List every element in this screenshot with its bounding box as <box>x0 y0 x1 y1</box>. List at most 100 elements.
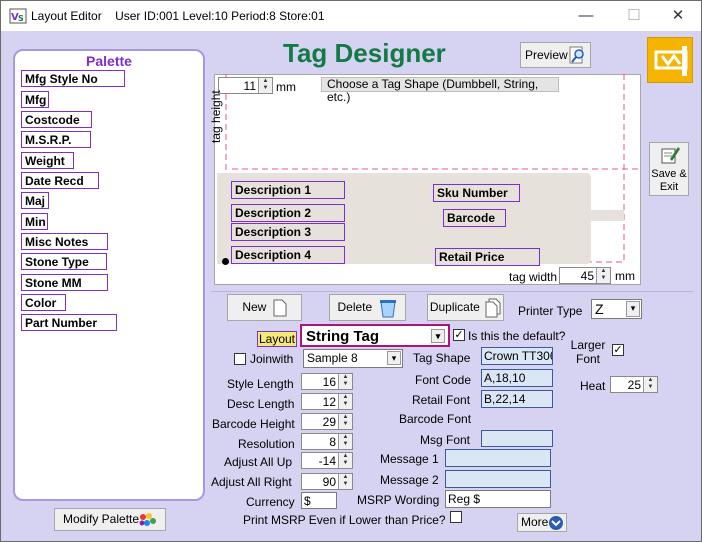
spinner-arrows-icon[interactable]: ▲ ▼ <box>338 394 352 409</box>
tag-field-description-3[interactable]: Description 3 <box>231 223 345 241</box>
joinwith-select[interactable]: Sample 8 ▾ <box>303 349 403 368</box>
default-checkbox[interactable]: ✓ <box>453 329 465 341</box>
palette-item-misc-notes[interactable]: Misc Notes <box>21 233 108 250</box>
tag-field-description-2[interactable]: Description 2 <box>231 204 345 222</box>
preview-button[interactable]: Preview <box>520 42 591 68</box>
palette-item-msrp[interactable]: M.S.R.P. <box>21 131 91 148</box>
modify-palette-button[interactable]: Modify Palette <box>54 508 166 531</box>
tag-height-label: tag height <box>209 90 223 143</box>
heat-label: Heat <box>580 379 606 393</box>
app-icon: V S <box>9 8 27 24</box>
currency-input[interactable]: $ <box>301 492 337 509</box>
save-exit-button[interactable]: Save & Exit <box>649 142 689 196</box>
duplicate-document-icon <box>485 298 501 318</box>
heat-value: 25 <box>627 378 641 392</box>
larger-font-checkbox[interactable]: ✓ <box>612 344 624 356</box>
palette-item-stone-mm[interactable]: Stone MM <box>21 274 108 291</box>
barcode-height-value: 29 <box>322 415 336 429</box>
palette-item-mfg[interactable]: Mfg <box>21 91 49 108</box>
msg-font-label: Msg Font <box>420 433 471 447</box>
joinwith-label: Joinwith <box>250 352 294 366</box>
barcode-height-spinner[interactable]: 29 ▲ ▼ <box>301 413 353 430</box>
more-button[interactable]: More <box>517 513 567 532</box>
spinner-arrows-icon[interactable]: ▲ ▼ <box>643 377 657 392</box>
chevron-down-circle-icon <box>549 516 563 530</box>
larger-font-label: Larger Font <box>570 338 606 366</box>
font-code-field[interactable]: A,18,10 <box>481 369 553 387</box>
barcode-height-label: Barcode Height <box>212 417 295 431</box>
palette-item-stone-type[interactable]: Stone Type <box>21 253 107 270</box>
maximize-button[interactable]: ☐ <box>611 1 657 31</box>
chevron-down-icon[interactable]: ▾ <box>387 351 401 365</box>
minimize-button[interactable]: — <box>563 1 609 31</box>
desc-length-spinner[interactable]: 12 ▲ ▼ <box>301 393 353 410</box>
retail-font-field[interactable]: B,22,14 <box>481 390 553 408</box>
palette-item-color[interactable]: Color <box>21 294 66 311</box>
palette-item-maj[interactable]: Maj <box>21 192 49 209</box>
tag-field-retail-price[interactable]: Retail Price <box>435 248 540 266</box>
layout-value: String Tag <box>306 328 380 345</box>
printer-type-value: Z <box>595 301 604 317</box>
tag-shape-label: Tag Shape <box>413 351 471 365</box>
close-button[interactable]: ✕ <box>655 1 701 31</box>
adjust-all-right-spinner[interactable]: 90 ▲ ▼ <box>301 473 353 490</box>
spinner-arrows-icon[interactable]: ▲ ▼ <box>338 374 352 389</box>
tag-shape-field[interactable]: Crown TT306 <box>481 347 553 365</box>
window-title: Layout Editor User ID:001 Level:10 Perio… <box>31 9 325 23</box>
tag-height-mm-value: 11 <box>243 79 256 93</box>
tag-field-description-4[interactable]: Description 4 <box>231 246 345 264</box>
spinner-arrows-icon[interactable]: ▲ ▼ <box>338 474 352 489</box>
layout-select[interactable]: String Tag ▾ <box>300 324 450 347</box>
resolution-spinner[interactable]: 8 ▲ ▼ <box>301 433 353 450</box>
msrp-wording-field[interactable]: Reg $ <box>445 490 551 508</box>
adjust-all-up-label: Adjust All Up <box>224 455 293 469</box>
adjust-all-up-value: -14 <box>318 454 336 468</box>
print-msrp-checkbox[interactable] <box>450 511 462 523</box>
tag-field-description-1[interactable]: Description 1 <box>231 181 345 199</box>
spinner-arrows-icon[interactable]: ▲ ▼ <box>596 268 610 283</box>
tag-height-mm-unit: mm <box>276 80 296 94</box>
palette-item-date-recd[interactable]: Date Recd <box>21 172 99 189</box>
style-length-spinner[interactable]: 16 ▲ ▼ <box>301 373 353 390</box>
palette-item-weight[interactable]: Weight <box>21 152 74 169</box>
tag-field-sku-number[interactable]: Sku Number <box>433 184 520 202</box>
preview-label: Preview <box>525 48 568 62</box>
adjust-all-up-spinner[interactable]: -14 ▲ ▼ <box>301 452 353 469</box>
message-2-field[interactable] <box>445 470 551 488</box>
palette-item-min[interactable]: Min <box>21 213 48 230</box>
new-button[interactable]: New <box>227 294 302 321</box>
duplicate-label: Duplicate <box>429 300 480 314</box>
joinwith-checkbox[interactable] <box>234 353 246 365</box>
palette-title: Palette <box>86 53 132 69</box>
delete-button[interactable]: Delete <box>329 294 406 321</box>
chevron-down-icon[interactable]: ▾ <box>626 301 640 317</box>
palette-item-costcode[interactable]: Costcode <box>21 111 92 128</box>
tag-height-mm-spinner[interactable]: 11 ▲ ▼ <box>218 77 273 94</box>
recycle-bin-icon <box>379 299 396 318</box>
desc-length-label: Desc Length <box>227 397 295 411</box>
style-length-label: Style Length <box>227 377 294 391</box>
anchor-dot[interactable] <box>222 258 229 265</box>
tag-width-value: 45 <box>580 269 594 283</box>
spinner-arrows-icon[interactable]: ▲ ▼ <box>258 78 272 93</box>
tag-width-spinner[interactable]: 45 ▲ ▼ <box>559 267 611 284</box>
logo-icon <box>654 46 688 76</box>
duplicate-button[interactable]: Duplicate <box>427 294 504 321</box>
msg-font-field[interactable] <box>481 430 553 447</box>
print-msrp-label: Print MSRP Even if Lower than Price? <box>243 513 446 527</box>
message-1-field[interactable] <box>445 449 551 467</box>
tag-field-barcode[interactable]: Barcode <box>443 209 506 227</box>
shape-hint-button[interactable]: Choose a Tag Shape (Dumbbell, String, et… <box>321 77 559 104</box>
printer-type-select[interactable]: Z ▾ <box>591 299 642 319</box>
spinner-arrows-icon[interactable]: ▲ ▼ <box>338 434 352 449</box>
heat-spinner[interactable]: 25 ▲ ▼ <box>610 376 658 393</box>
magnifier-icon <box>569 46 584 64</box>
palette-item-mfg-style-no[interactable]: Mfg Style No <box>21 70 125 87</box>
adjust-all-right-label: Adjust All Right <box>211 475 292 489</box>
chevron-down-icon[interactable]: ▾ <box>431 329 445 343</box>
desc-length-value: 12 <box>322 395 336 409</box>
spinner-arrows-icon[interactable]: ▲ ▼ <box>338 453 352 468</box>
window-title-text: Layout Editor <box>31 9 102 23</box>
spinner-arrows-icon[interactable]: ▲ ▼ <box>338 414 352 429</box>
palette-item-part-number[interactable]: Part Number <box>21 314 117 331</box>
